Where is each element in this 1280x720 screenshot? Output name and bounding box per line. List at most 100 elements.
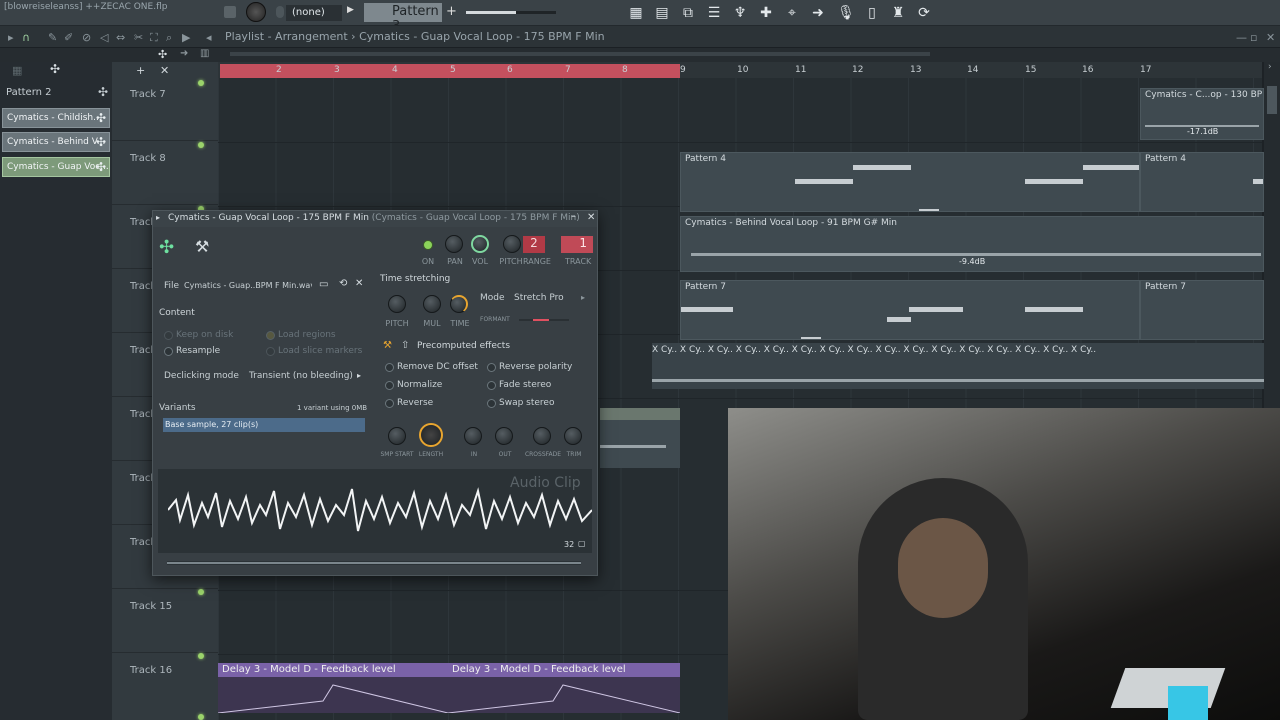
- audio-clip-icon[interactable]: ✣: [159, 237, 174, 258]
- select-icon[interactable]: ⛶: [150, 31, 158, 45]
- clear-icon[interactable]: ✕: [355, 278, 363, 289]
- paint-icon[interactable]: ✐: [64, 31, 73, 44]
- trim-knob[interactable]: [564, 427, 582, 445]
- clip-item-childish[interactable]: Cymatics - Childish... ✣: [2, 108, 110, 128]
- maximize-icon[interactable]: ▫: [1250, 31, 1257, 44]
- stamp-icon[interactable]: ♜: [888, 3, 908, 23]
- dropdown-arrow-icon[interactable]: ▸: [357, 371, 361, 380]
- track-16-label[interactable]: Track 16: [130, 665, 172, 676]
- pattern-clip[interactable]: Pattern 7: [680, 280, 1140, 340]
- pattern-clip[interactable]: Pattern 7: [1140, 280, 1264, 340]
- pin-icon[interactable]: ⇧: [401, 340, 409, 351]
- automation-clip[interactable]: Delay 3 - Model D - Feedback level: [218, 663, 448, 713]
- delete-icon[interactable]: ⊘: [82, 31, 91, 44]
- mixer-icon[interactable]: ⧉: [678, 3, 698, 23]
- track-mute-led[interactable]: [198, 142, 204, 148]
- clip-item-guap[interactable]: Cymatics - Guap Voc... ✣: [2, 157, 110, 177]
- resample-checkbox[interactable]: [164, 347, 173, 356]
- window-arrow-icon[interactable]: ▸: [156, 213, 160, 222]
- audio-clip[interactable]: Cymatics - Behind Vocal Loop - 91 BPM G#…: [680, 216, 1264, 272]
- mute-icon[interactable]: ◁: [100, 31, 108, 44]
- declicking-select[interactable]: Transient (no bleeding): [249, 371, 353, 381]
- track-mute-led[interactable]: [198, 653, 204, 659]
- waveform-view[interactable]: Audio Clip 32 ▢: [158, 469, 592, 553]
- on-led[interactable]: [423, 240, 433, 250]
- audio-clip[interactable]: Cymatics - C...op - 130 BPM -17.1dB: [1140, 88, 1264, 140]
- variant-item[interactable]: Base sample, 27 clip(s): [163, 418, 365, 432]
- ts-mul-knob[interactable]: [423, 295, 441, 313]
- length-knob[interactable]: [419, 423, 443, 447]
- crossfade-knob[interactable]: [533, 427, 551, 445]
- ts-pitch-knob[interactable]: [388, 295, 406, 313]
- scroll-thumb[interactable]: [1267, 86, 1277, 114]
- window-title-bar[interactable]: ▸ Cymatics - Guap Vocal Loop - 175 BPM F…: [153, 211, 597, 227]
- load-slice-markers-checkbox[interactable]: [266, 347, 275, 356]
- file-name[interactable]: Cymatics - Guap..BPM F Min.wav: [184, 281, 312, 290]
- reverse-polarity-checkbox[interactable]: [487, 363, 496, 372]
- pencil-icon[interactable]: ✎: [48, 31, 57, 44]
- magnet-icon[interactable]: ∩: [22, 31, 30, 44]
- tempo-icon[interactable]: ⌖: [782, 3, 802, 23]
- reverse-checkbox[interactable]: [385, 399, 394, 408]
- track-mute-led[interactable]: [198, 714, 204, 720]
- lock-icon[interactable]: [276, 6, 284, 18]
- master-pitch-slider[interactable]: [466, 11, 556, 14]
- snap-icon[interactable]: ✣: [158, 48, 167, 61]
- remove-dc-checkbox[interactable]: [385, 363, 394, 372]
- normalize-checkbox[interactable]: [385, 381, 394, 390]
- channel-rack-icon[interactable]: ☰: [704, 3, 724, 23]
- plugin-icon[interactable]: ♆: [730, 3, 750, 23]
- add-track-icon[interactable]: +: [136, 64, 145, 77]
- ts-time-knob[interactable]: [450, 295, 468, 313]
- in-knob[interactable]: [464, 427, 482, 445]
- track-mute-led[interactable]: [198, 80, 204, 86]
- sub-arrow-icon[interactable]: ➜: [180, 48, 188, 59]
- pattern-header[interactable]: Pattern 2 ✣: [0, 84, 112, 102]
- mic-icon[interactable]: 🎙: [836, 3, 856, 23]
- track-8-label[interactable]: Track 8: [130, 153, 166, 164]
- breadcrumb-clip[interactable]: Cymatics - Guap Vocal Loop - 175 BPM F M…: [359, 30, 605, 43]
- pitch-knob[interactable]: [503, 235, 521, 253]
- horizontal-scrollbar[interactable]: [230, 52, 930, 56]
- playlist-arrow-icon[interactable]: ◂: [206, 31, 212, 44]
- out-knob[interactable]: [495, 427, 513, 445]
- zoom-level[interactable]: 32: [564, 540, 574, 549]
- cut-icon[interactable]: ✚: [756, 3, 776, 23]
- mode-select[interactable]: Stretch Pro: [514, 293, 564, 303]
- minimize-icon[interactable]: —: [1236, 31, 1247, 44]
- add-pattern-button[interactable]: +: [446, 4, 458, 20]
- playback-icon[interactable]: ▶: [182, 31, 190, 44]
- swap-stereo-checkbox[interactable]: [487, 399, 496, 408]
- overview-scrollbar[interactable]: [167, 561, 581, 565]
- minimize-icon[interactable]: –: [571, 211, 576, 222]
- formant-slider[interactable]: [519, 319, 569, 321]
- playlist-icon[interactable]: ▦: [626, 3, 646, 23]
- play-arrow-icon[interactable]: ▶: [347, 5, 361, 21]
- wrench-icon[interactable]: ⚒: [195, 237, 209, 256]
- refresh-icon[interactable]: ⟳: [914, 3, 934, 23]
- slice-icon[interactable]: ✂: [134, 31, 143, 44]
- mode-arrow-icon[interactable]: ▸: [581, 293, 585, 302]
- track-mute-led[interactable]: [198, 589, 204, 595]
- pitch-range-value[interactable]: 2: [523, 236, 545, 253]
- scroll-arrow-icon[interactable]: ›: [1268, 62, 1272, 72]
- pattern-selector[interactable]: Pattern 3: [364, 3, 442, 34]
- audio-icon[interactable]: ✣: [50, 62, 60, 76]
- piano-roll-icon[interactable]: ▤: [652, 3, 672, 23]
- track-15-label[interactable]: Track 15: [130, 601, 172, 612]
- pattern-clip[interactable]: Pattern 4: [680, 152, 1140, 212]
- arrow-right-icon[interactable]: ▸: [8, 31, 14, 44]
- pattern-clip[interactable]: Pattern 4: [1140, 152, 1264, 212]
- file-icon[interactable]: ▯: [862, 3, 882, 23]
- close-icon[interactable]: ✕: [1266, 31, 1275, 44]
- automation-clip[interactable]: Delay 3 - Model D - Feedback level: [448, 663, 680, 713]
- master-knob[interactable]: [246, 2, 266, 22]
- load-regions-checkbox[interactable]: [266, 331, 275, 340]
- folder-icon[interactable]: ▭: [319, 279, 328, 290]
- zoom-icon[interactable]: ⌕: [166, 31, 172, 45]
- slice-clips-row[interactable]: X Cy.. X Cy.. X Cy.. X Cy.. X Cy.. X Cy.…: [652, 343, 1264, 389]
- picker-icon[interactable]: ▦: [12, 64, 22, 77]
- zoom-icon[interactable]: ▢: [578, 539, 586, 548]
- audio-clip-partial[interactable]: [600, 408, 680, 468]
- clip-item-behind[interactable]: Cymatics - Behind V... ✣: [2, 132, 110, 152]
